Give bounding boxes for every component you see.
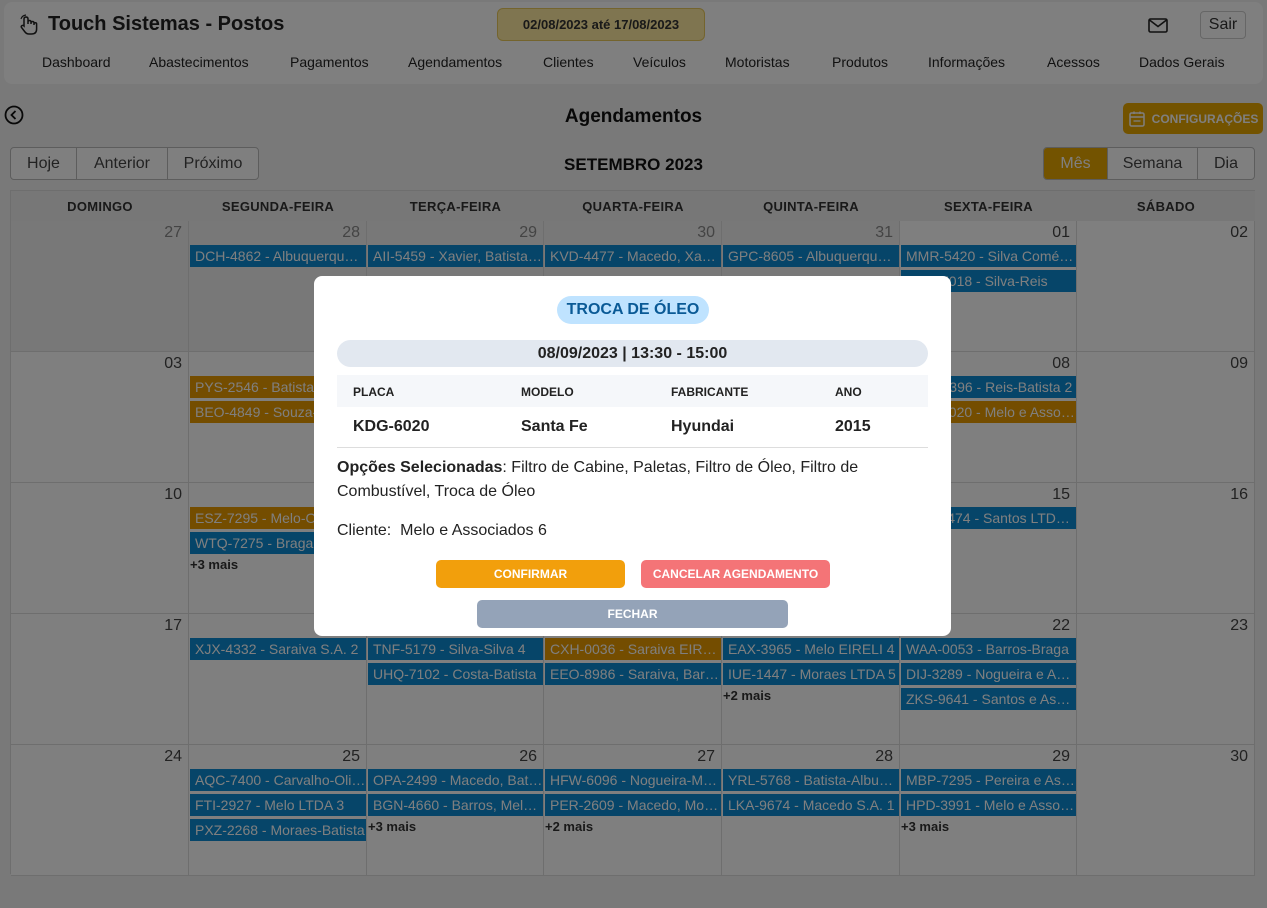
vehicle-plate: KDG-6020 [353,418,430,435]
client-line: Cliente: Melo e Associados 6 [337,522,547,540]
cancel-appointment-button[interactable]: CANCELAR AGENDAMENTO [641,560,830,588]
vehicle-manufacturer: Hyundai [671,418,735,435]
header-modelo: MODELO [521,385,574,399]
selected-options: Opções Selecionadas: Filtro de Cabine, P… [337,456,897,504]
header-ano: ANO [835,385,862,399]
header-placa: PLACA [353,385,395,399]
vehicle-table-row: KDG-6020 Santa Fe Hyundai 2015 [337,407,928,448]
vehicle-table-header: PLACA MODELO FABRICANTE ANO [337,375,928,407]
options-label: Opções Selecionadas [337,459,503,476]
vehicle-year: 2015 [835,418,871,435]
confirm-button[interactable]: CONFIRMAR [436,560,625,588]
appointment-datetime: 08/09/2023 | 13:30 - 15:00 [337,340,928,367]
vehicle-model: Santa Fe [521,418,588,435]
service-badge: TROCA DE ÓLEO [557,296,709,324]
client-name: Melo e Associados 6 [400,522,547,539]
client-label: Cliente: [337,522,392,539]
appointment-modal: TROCA DE ÓLEO 08/09/2023 | 13:30 - 15:00… [314,276,951,636]
header-fabricante: FABRICANTE [671,385,749,399]
close-button[interactable]: FECHAR [477,600,788,628]
